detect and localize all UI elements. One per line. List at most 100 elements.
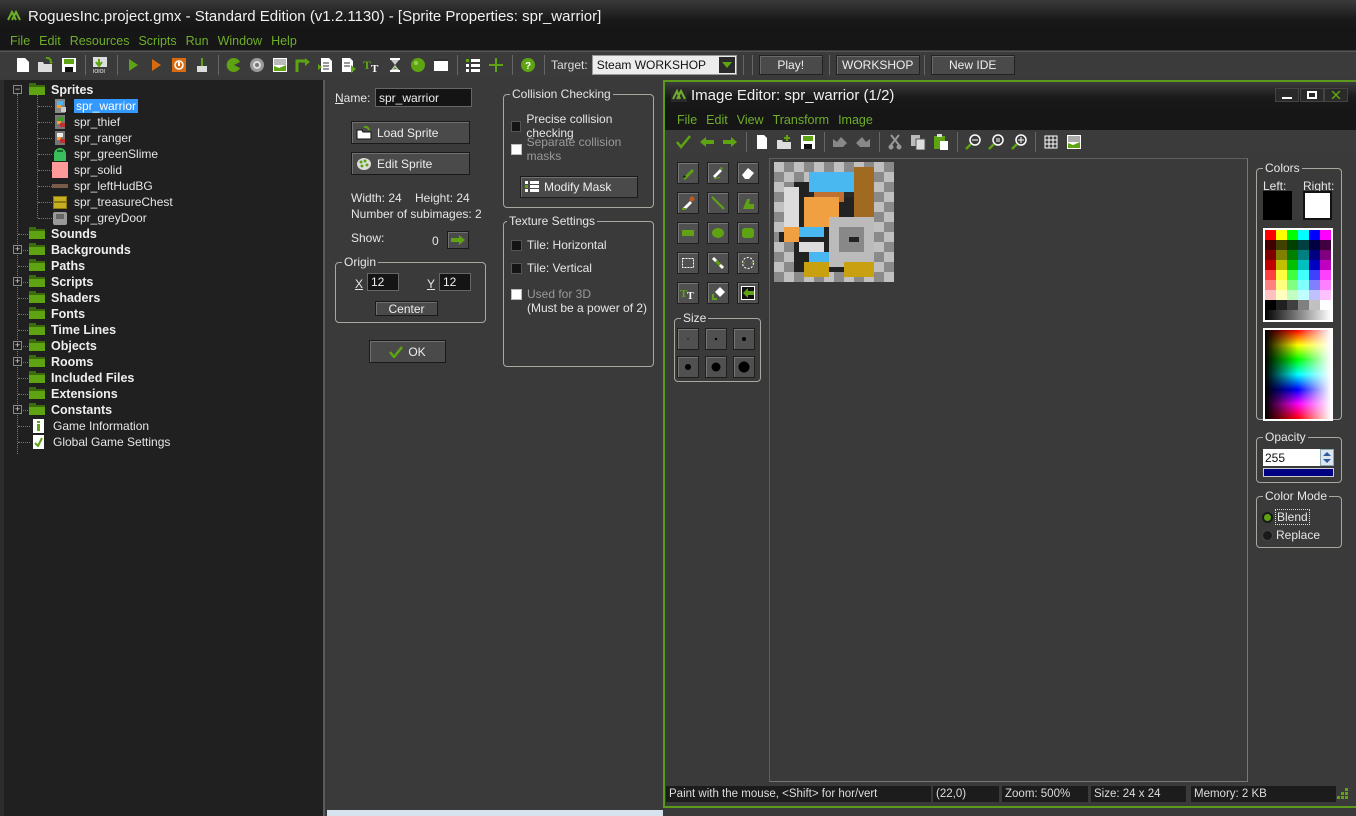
menu-run[interactable]: Run [186, 34, 209, 48]
tree-folder-sounds[interactable]: Sounds [29, 226, 97, 242]
tree-folder-objects[interactable]: Objects [29, 338, 97, 354]
palette-swatch[interactable] [1320, 300, 1331, 310]
palette-swatch[interactable] [1309, 300, 1320, 310]
checkbox[interactable] [511, 120, 522, 132]
run-icon[interactable] [122, 54, 144, 76]
tree-item-spr-warrior[interactable]: spr_warrior [52, 98, 139, 114]
palette-swatch[interactable] [1276, 230, 1287, 240]
magic-wand-tool[interactable] [707, 252, 729, 274]
redo-icon[interactable] [852, 131, 874, 153]
zoom-out-icon[interactable] [962, 131, 984, 153]
palette-swatch[interactable] [1287, 280, 1298, 290]
palette-swatch[interactable] [1320, 260, 1331, 270]
checkbox[interactable] [511, 262, 522, 274]
tree-folder-time-lines[interactable]: Time Lines [29, 322, 116, 338]
spray-tool[interactable] [707, 162, 729, 184]
spray-select-tool[interactable] [737, 252, 759, 274]
color-palette[interactable] [1263, 228, 1333, 322]
brush-size-2-button[interactable] [705, 328, 727, 350]
clean-icon[interactable] [191, 54, 213, 76]
text-tool[interactable]: TT [677, 282, 699, 304]
create-font-icon[interactable]: TT [361, 54, 383, 76]
new-ide-button[interactable]: New IDE [930, 54, 1015, 75]
ok-button[interactable]: OK [369, 340, 446, 363]
drawing-canvas-area[interactable] [769, 158, 1248, 782]
palette-swatch[interactable] [1276, 280, 1287, 290]
export-icon[interactable]: IOIOI [90, 54, 112, 76]
save-image-icon[interactable] [797, 131, 819, 153]
palette-swatch[interactable] [1309, 250, 1320, 260]
menu-resources[interactable]: Resources [70, 34, 130, 48]
tree-folder-paths[interactable]: Paths [29, 258, 85, 274]
rounded-rectangle-tool[interactable] [737, 222, 759, 244]
palette-swatch[interactable] [1309, 280, 1320, 290]
brush-size-5-button[interactable] [705, 356, 727, 378]
close-button[interactable] [1324, 88, 1348, 102]
checkbox[interactable] [511, 239, 522, 251]
menu-window[interactable]: Window [218, 34, 262, 48]
undo-icon[interactable] [829, 131, 851, 153]
grayscale-gradient[interactable] [1265, 310, 1331, 320]
tree-folder-scripts[interactable]: Scripts [29, 274, 93, 290]
tree-item-game-information[interactable]: Game Information [33, 418, 149, 434]
tile-vertical-checkbox[interactable]: Tile: Vertical [511, 261, 592, 275]
palette-swatch[interactable] [1265, 270, 1276, 280]
zoom-in-icon[interactable] [1008, 131, 1030, 153]
image-properties-icon[interactable] [1063, 131, 1085, 153]
palette-swatch[interactable] [1298, 250, 1309, 260]
open-project-icon[interactable] [35, 54, 57, 76]
palette-swatch[interactable] [1287, 260, 1298, 270]
palette-swatch[interactable] [1276, 290, 1287, 300]
modify-mask-button[interactable]: Modify Mask [520, 176, 638, 198]
line-tool[interactable] [707, 192, 729, 214]
expand-objects-toggle[interactable]: + [13, 341, 22, 350]
palette-swatch[interactable] [1309, 270, 1320, 280]
palette-swatch[interactable] [1309, 240, 1320, 250]
left-color-swatch[interactable] [1263, 191, 1292, 220]
resize-grip-icon[interactable] [1337, 788, 1349, 803]
palette-swatch[interactable] [1320, 250, 1331, 260]
tree-item-global-game-settings[interactable]: Global Game Settings [33, 434, 170, 450]
palette-swatch[interactable] [1309, 290, 1320, 300]
palette-swatch[interactable] [1320, 270, 1331, 280]
confirm-icon[interactable] [673, 131, 695, 153]
tree-item-spr-lefthudbg[interactable]: spr_leftHudBG [52, 178, 153, 194]
tree-item-spr-ranger[interactable]: spr_ranger [52, 130, 132, 146]
menu-help[interactable]: Help [271, 34, 297, 48]
palette-swatch[interactable] [1265, 250, 1276, 260]
tree-folder-rooms[interactable]: Rooms [29, 354, 93, 370]
maximize-button[interactable] [1300, 88, 1324, 102]
color-picker-tool[interactable] [677, 192, 699, 214]
previous-icon[interactable] [696, 131, 718, 153]
palette-swatch[interactable] [1265, 280, 1276, 290]
tree-item-spr-thief[interactable]: spr_thief [52, 114, 120, 130]
palette-swatch[interactable] [1265, 230, 1276, 240]
minimize-button[interactable] [1275, 88, 1299, 102]
brush-size-1-button[interactable] [677, 328, 699, 350]
target-select[interactable]: Steam WORKSHOP [591, 54, 737, 75]
palette-swatch[interactable] [1265, 260, 1276, 270]
edit-sprite-button[interactable]: Edit Sprite [351, 152, 470, 175]
tree-folder-included-files[interactable]: Included Files [29, 370, 134, 386]
copy-icon[interactable] [907, 131, 929, 153]
debug-icon[interactable] [145, 54, 167, 76]
create-background-icon[interactable] [269, 54, 291, 76]
next-subimage-button[interactable] [447, 231, 469, 249]
palette-swatch[interactable] [1265, 300, 1276, 310]
expand-constants-toggle[interactable]: + [13, 405, 22, 414]
opacity-spinner[interactable] [1320, 449, 1334, 466]
ellipse-tool[interactable] [707, 222, 729, 244]
tree-item-spr-greenslime[interactable]: spr_greenSlime [52, 146, 158, 162]
create-path-icon[interactable] [292, 54, 314, 76]
tree-folder-sprites[interactable]: Sprites [29, 82, 93, 98]
save-project-icon[interactable] [58, 54, 80, 76]
palette-swatch[interactable] [1276, 300, 1287, 310]
tree-folder-fonts[interactable]: Fonts [29, 306, 85, 322]
paste-icon[interactable] [930, 131, 952, 153]
blend-radio[interactable]: Blend [1262, 509, 1310, 525]
brush-size-6-button[interactable] [733, 356, 755, 378]
create-timeline-icon[interactable] [384, 54, 406, 76]
brush-size-4-button[interactable] [677, 356, 699, 378]
palette-swatch[interactable] [1320, 230, 1331, 240]
right-color-swatch[interactable] [1303, 191, 1332, 220]
